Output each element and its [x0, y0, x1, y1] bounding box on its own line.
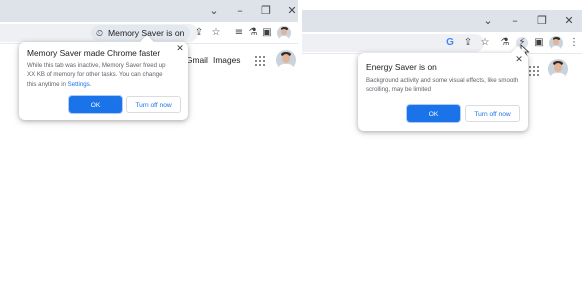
minimize-button[interactable]: –: [506, 13, 524, 29]
chevron-down-icon[interactable]: ⌄: [205, 3, 223, 19]
bubble-title: Memory Saver made Chrome faster: [27, 48, 161, 58]
ok-button[interactable]: OK: [69, 96, 122, 113]
restore-button[interactable]: ❐: [533, 13, 551, 29]
apps-grid-icon[interactable]: [529, 66, 539, 76]
labs-flask-icon[interactable]: ⚗: [499, 37, 511, 49]
bubble-body: Background activity and some visual effe…: [366, 77, 519, 94]
browser-window-energy-saver: ⌄ – ❐ ✕ G ⇪ ☆ ⚗ ⚡ ▣ ⋮ Energy Saver is on…: [302, 10, 582, 294]
images-link[interactable]: Images: [213, 55, 240, 65]
turn-off-now-button[interactable]: Turn off now: [465, 105, 520, 122]
bubble-title: Energy Saver is on: [366, 62, 437, 72]
more-menu-icon[interactable]: ⋮: [568, 37, 580, 49]
address-bar[interactable]: [302, 34, 484, 52]
gmail-link[interactable]: Gmail: [186, 55, 208, 65]
star-icon[interactable]: ☆: [210, 27, 222, 39]
close-icon[interactable]: ✕: [175, 44, 185, 54]
profile-avatar[interactable]: [277, 26, 291, 40]
account-avatar[interactable]: [548, 59, 568, 79]
google-icon[interactable]: G: [444, 37, 456, 49]
turn-off-now-button[interactable]: Turn off now: [126, 96, 181, 113]
title-bar: ⌄ – ❐ ✕: [302, 10, 582, 32]
close-window-button[interactable]: ✕: [560, 13, 578, 29]
bubble-body: While this tab was inactive, Memory Save…: [27, 62, 166, 88]
reading-list-icon[interactable]: ≡: [233, 27, 245, 39]
close-icon[interactable]: ✕: [514, 55, 524, 65]
profile-avatar[interactable]: [549, 36, 563, 50]
side-panel-icon[interactable]: ▣: [261, 27, 273, 39]
share-icon[interactable]: ⇪: [193, 27, 205, 39]
energy-saver-bubble: Energy Saver is on ✕ Background activity…: [358, 45, 528, 131]
chevron-down-icon[interactable]: ⌄: [479, 13, 497, 29]
share-icon[interactable]: ⇪: [462, 37, 474, 49]
title-bar: ⌄ – ❐ ✕: [0, 0, 298, 22]
toolbar: G ⇪ ☆ ⚗ ⚡ ▣ ⋮: [302, 32, 582, 54]
minimize-button[interactable]: –: [231, 3, 249, 19]
settings-link[interactable]: Settings: [68, 81, 90, 88]
memory-saver-icon: ⏲: [96, 29, 104, 39]
browser-window-memory-saver: ⌄ – ❐ ✕ ⏲ Memory Saver is on ⇪ ☆ ≡ ⚗ ▣ Gm…: [0, 0, 298, 294]
apps-grid-icon[interactable]: [255, 56, 265, 66]
close-window-button[interactable]: ✕: [283, 3, 301, 19]
side-panel-icon[interactable]: ▣: [533, 37, 545, 49]
memory-saver-chip[interactable]: ⏲ Memory Saver is on: [91, 25, 191, 41]
star-icon[interactable]: ☆: [479, 37, 491, 49]
memory-saver-bubble: Memory Saver made Chrome faster ✕ While …: [19, 34, 188, 120]
ok-button[interactable]: OK: [407, 105, 460, 122]
restore-button[interactable]: ❐: [257, 3, 275, 19]
labs-flask-icon[interactable]: ⚗: [247, 27, 259, 39]
account-avatar[interactable]: [276, 50, 296, 70]
